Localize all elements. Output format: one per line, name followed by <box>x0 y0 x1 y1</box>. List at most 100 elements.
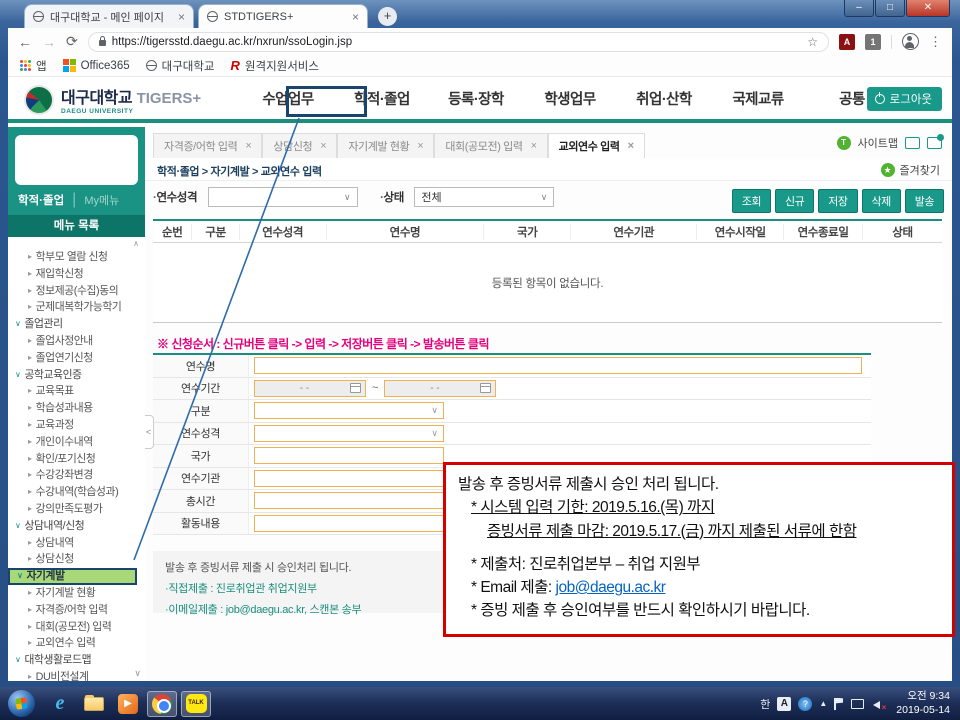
back-icon[interactable]: ← <box>18 34 32 50</box>
sidebar-item-outcome[interactable]: ▸학습성과내용 <box>8 400 145 417</box>
search-button[interactable]: 조회 <box>732 189 771 213</box>
new-tab-button[interactable]: + <box>378 7 397 26</box>
workspace-tab-counsel[interactable]: 상담신청× <box>262 133 337 158</box>
maximize-button[interactable]: □ <box>875 0 905 17</box>
email-link[interactable]: job@daegu.ac.kr <box>556 579 666 596</box>
sidebar-item-counsel-history[interactable]: ▸상담내역 <box>8 535 145 552</box>
sidebar-item-grad-guide[interactable]: ▸졸업사정안내 <box>8 333 145 350</box>
sidebar-item-license-input[interactable]: ▸자격증/어학 입력 <box>8 602 145 619</box>
apps-bookmark[interactable]: 앱 <box>20 58 47 74</box>
sidebar-item-du-vision[interactable]: ▸DU비전설계 <box>8 669 145 681</box>
sidebar-item-confirm-waive[interactable]: ▸확인/포기신청 <box>8 451 145 468</box>
action-center-flag-icon[interactable] <box>834 698 844 710</box>
sidebar-item-counsel-apply[interactable]: ▸상담신청 <box>8 551 145 568</box>
sidebar-tab-mymenu[interactable]: My메뉴 <box>84 192 119 208</box>
bookmark-star-icon[interactable]: ☆ <box>807 35 818 49</box>
window-close-icon[interactable] <box>927 137 942 149</box>
browser-tab-active[interactable]: STDTIGERS+ × <box>198 4 368 28</box>
sidebar-section-engineering[interactable]: ∨공학교육인증 <box>8 367 145 384</box>
sidebar-item-contest-input[interactable]: ▸대회(공모전) 입력 <box>8 619 145 636</box>
end-date-input[interactable]: - - <box>384 380 496 397</box>
workspace-tab-external-training[interactable]: 교외연수 입력× <box>548 133 645 158</box>
window-icon[interactable] <box>905 137 920 149</box>
help-icon[interactable]: ? <box>798 697 812 711</box>
extension-icon[interactable]: 1 <box>865 34 881 50</box>
workspace-tab-selfdev[interactable]: 자기계발 현황× <box>337 133 434 158</box>
save-button[interactable]: 저장 <box>818 189 857 213</box>
sidebar-tab-records[interactable]: 학적·졸업 <box>18 192 64 208</box>
sidebar-section-roadmap[interactable]: ∨대학생활로드맵 <box>8 652 145 669</box>
bookmark-remote-support[interactable]: R 원격지원서비스 <box>231 58 319 74</box>
network-icon[interactable] <box>851 699 864 709</box>
sidebar-item-readmission[interactable]: ▸재입학신청 <box>8 266 145 283</box>
address-bar[interactable]: https://tigersstd.daegu.ac.kr/nxrun/ssoL… <box>88 32 829 52</box>
sidebar-section-counsel[interactable]: ∨상담내역/신청 <box>8 518 145 535</box>
profile-icon[interactable] <box>902 33 919 50</box>
new-button[interactable]: 신규 <box>775 189 814 213</box>
close-icon[interactable]: × <box>245 140 251 152</box>
sitemap-label[interactable]: 사이트맵 <box>858 135 898 151</box>
bookmark-daegu-univ[interactable]: 대구대학교 <box>146 58 215 74</box>
institution-input[interactable] <box>254 470 444 487</box>
close-icon[interactable]: × <box>417 140 423 152</box>
sidebar-section-self-development[interactable]: ∨자기계발 <box>8 568 137 585</box>
taskbar-ie[interactable]: e <box>45 691 75 717</box>
filter-status-select[interactable]: 전체∨ <box>414 187 554 207</box>
tray-expand-icon[interactable]: ▲ <box>819 699 827 708</box>
chevron-down-icon[interactable]: ∨ <box>134 668 141 679</box>
delete-button[interactable]: 삭제 <box>862 189 901 213</box>
taskbar-explorer[interactable] <box>79 691 109 717</box>
filter-nature-select[interactable]: ∨ <box>208 187 358 207</box>
nav-item-career[interactable]: 취업·산학 <box>617 88 711 109</box>
sidebar-item-selfdev-status[interactable]: ▸자기계발 현황 <box>8 585 145 602</box>
sidebar-item-edu-goal[interactable]: ▸교육목표 <box>8 383 145 400</box>
taskbar-kakaotalk[interactable]: TALK <box>181 691 211 717</box>
sidebar-item-personal-record[interactable]: ▸개인이수내역 <box>8 434 145 451</box>
close-icon[interactable]: × <box>628 140 634 152</box>
university-logo[interactable]: 대구대학교 TIGERS+ DAEGU UNIVERSITY <box>24 84 201 115</box>
taskbar-media-player[interactable]: ▶ <box>113 691 143 717</box>
country-input[interactable] <box>254 447 444 464</box>
activity-input[interactable] <box>254 515 459 532</box>
pdf-extension-icon[interactable]: A <box>839 34 855 50</box>
close-button[interactable]: ✕ <box>906 0 950 17</box>
close-icon[interactable]: × <box>531 140 537 152</box>
nav-item-international[interactable]: 국제교류 <box>711 88 805 109</box>
send-button[interactable]: 발송 <box>905 189 944 213</box>
nav-item-student[interactable]: 학생업무 <box>523 88 617 109</box>
ime-korean-icon[interactable]: 한 <box>760 696 770 712</box>
sidebar-item-parent-view[interactable]: ▸학부모 열람 신청 <box>8 249 145 266</box>
close-icon[interactable]: × <box>320 140 326 152</box>
sidebar-item-curriculum[interactable]: ▸교육과정 <box>8 417 145 434</box>
training-name-input[interactable] <box>254 357 862 374</box>
logout-button[interactable]: 로그아웃 <box>867 87 942 111</box>
taskbar-chrome[interactable] <box>147 691 177 717</box>
browser-menu-icon[interactable]: ⋮ <box>929 34 942 50</box>
refresh-icon[interactable]: ⟳ <box>66 33 78 50</box>
favorites-button[interactable]: ★ 즐겨찾기 <box>881 162 940 178</box>
sidebar-item-info-consent[interactable]: ▸정보제공(수집)동의 <box>8 283 145 300</box>
sidebar-item-course-history[interactable]: ▸수강내역(학습성과) <box>8 484 145 501</box>
sidebar-item-course-change[interactable]: ▸수강강좌변경 <box>8 467 145 484</box>
sidebar-section-graduation[interactable]: ∨졸업관리 <box>8 316 145 333</box>
taskbar-clock[interactable]: 오전 9:34 2019-05-14 <box>896 690 950 716</box>
ime-a-icon[interactable]: A <box>777 697 791 711</box>
close-tab-icon[interactable]: × <box>178 10 185 24</box>
nature-select[interactable]: ∨ <box>254 425 444 442</box>
sidebar-item-external-training-input[interactable]: ▸교외연수 입력 <box>8 635 145 652</box>
workspace-tab-contest[interactable]: 대회(공모전) 입력× <box>434 133 547 158</box>
nav-item-registration[interactable]: 등록·장학 <box>429 88 523 109</box>
bookmark-office365[interactable]: Office365 <box>63 59 130 72</box>
calendar-icon[interactable] <box>480 383 491 393</box>
close-tab-icon[interactable]: × <box>352 10 359 24</box>
sidebar-item-grad-defer[interactable]: ▸졸업연기신청 <box>8 350 145 367</box>
forward-icon[interactable]: → <box>42 34 56 50</box>
minimize-button[interactable]: – <box>844 0 874 17</box>
workspace-tab-license[interactable]: 자격증/어학 입력× <box>153 133 262 158</box>
browser-tab[interactable]: 대구대학교 - 메인 페이지 × <box>24 4 194 28</box>
start-date-input[interactable]: - - <box>254 380 366 397</box>
sidebar-item-satisfaction[interactable]: ▸강의만족도평가 <box>8 501 145 518</box>
chevron-up-icon[interactable]: ∧ <box>8 239 145 249</box>
start-button[interactable] <box>8 690 35 717</box>
sidebar-collapse-handle[interactable]: < <box>145 415 154 449</box>
